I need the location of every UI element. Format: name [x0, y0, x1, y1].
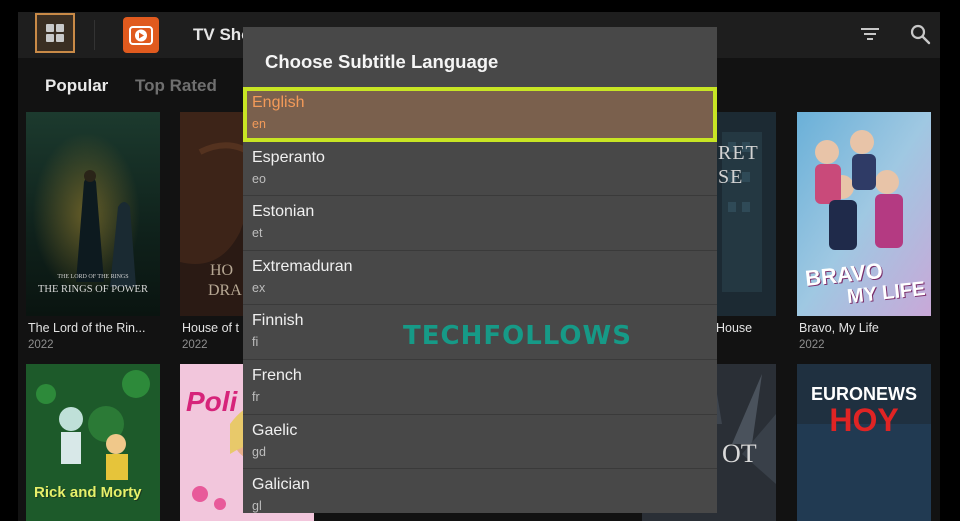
language-code: gl	[252, 499, 262, 513]
language-name: Estonian	[252, 203, 315, 221]
show-year: 2022	[28, 339, 54, 351]
dialog-title: Choose Subtitle Language	[265, 51, 499, 72]
tab-popular[interactable]: Popular	[45, 76, 108, 96]
language-option-gaelic[interactable]: Gaelic gd	[243, 415, 717, 470]
tab-top-rated[interactable]: Top Rated	[135, 76, 217, 96]
search-icon[interactable]	[909, 23, 931, 50]
show-year: 2022	[182, 339, 208, 351]
language-code: gd	[252, 444, 266, 459]
poster-bravo-my-life[interactable]: BRAVO MY LIFE	[797, 112, 931, 316]
grid-icon	[45, 23, 65, 43]
poster-caption-line-2: THE RINGS OF POWER	[38, 284, 148, 295]
language-name: Gaelic	[252, 421, 298, 439]
poster-caption-line-1: HO	[210, 262, 234, 279]
poster-rick-and-morty[interactable]: Rick and Morty	[26, 364, 160, 521]
language-option-estonian[interactable]: Estonian et	[243, 196, 717, 251]
language-option-extremaduran[interactable]: Extremaduran ex	[243, 251, 717, 306]
watermark-text: TECHFOLLOWS	[403, 321, 632, 351]
language-code: et	[252, 226, 263, 241]
show-title: House of t	[182, 321, 239, 335]
poster-euronews-hoy[interactable]: EURONEWS HOY	[797, 364, 931, 521]
filter-icon[interactable]	[860, 25, 880, 48]
poster-caption-line-1: OT	[722, 439, 757, 468]
topbar-divider	[94, 20, 95, 50]
language-code: en	[252, 117, 266, 131]
play-logo-icon	[123, 17, 159, 53]
language-name: French	[252, 366, 302, 384]
poster-caption-line-2: SE	[718, 166, 744, 188]
language-code: fi	[252, 335, 259, 350]
language-name: Esperanto	[252, 148, 325, 166]
language-name: Galician	[252, 476, 310, 494]
language-code: eo	[252, 171, 266, 186]
language-code: ex	[252, 280, 266, 295]
language-name: Extremaduran	[252, 257, 353, 275]
poster-lord-of-the-rings[interactable]: THE LORD OF THE RINGS THE RINGS OF POWER	[26, 112, 160, 316]
show-title: House	[716, 321, 753, 335]
language-option-esperanto[interactable]: Esperanto eo	[243, 142, 717, 197]
poster-caption-line-2: HOY	[829, 402, 899, 438]
language-code: fr	[252, 389, 260, 404]
language-name: Finnish	[252, 312, 304, 330]
menu-button[interactable]	[35, 13, 75, 53]
poster-caption-line-1: THE LORD OF THE RINGS	[57, 274, 129, 280]
show-title: The Lord of the Rin...	[28, 321, 146, 335]
language-name: English	[252, 94, 305, 111]
language-option-galician[interactable]: Galician gl	[243, 469, 717, 513]
poster-caption-line-1: Rick and Morty	[34, 484, 142, 501]
show-title: Bravo, My Life	[799, 321, 879, 335]
language-option-french[interactable]: French fr	[243, 360, 717, 415]
subtitle-language-dialog: Choose Subtitle Language English en Espe…	[243, 27, 717, 513]
poster-caption-line-2: DRA	[208, 282, 242, 299]
show-year: 2022	[799, 339, 825, 351]
poster-caption-line-1: RET	[718, 142, 759, 164]
language-list: English en Esperanto eo Estonian et Extr…	[243, 87, 717, 513]
language-option-english[interactable]: English en	[243, 87, 717, 142]
poster-caption-line-1: Poli	[186, 386, 238, 417]
